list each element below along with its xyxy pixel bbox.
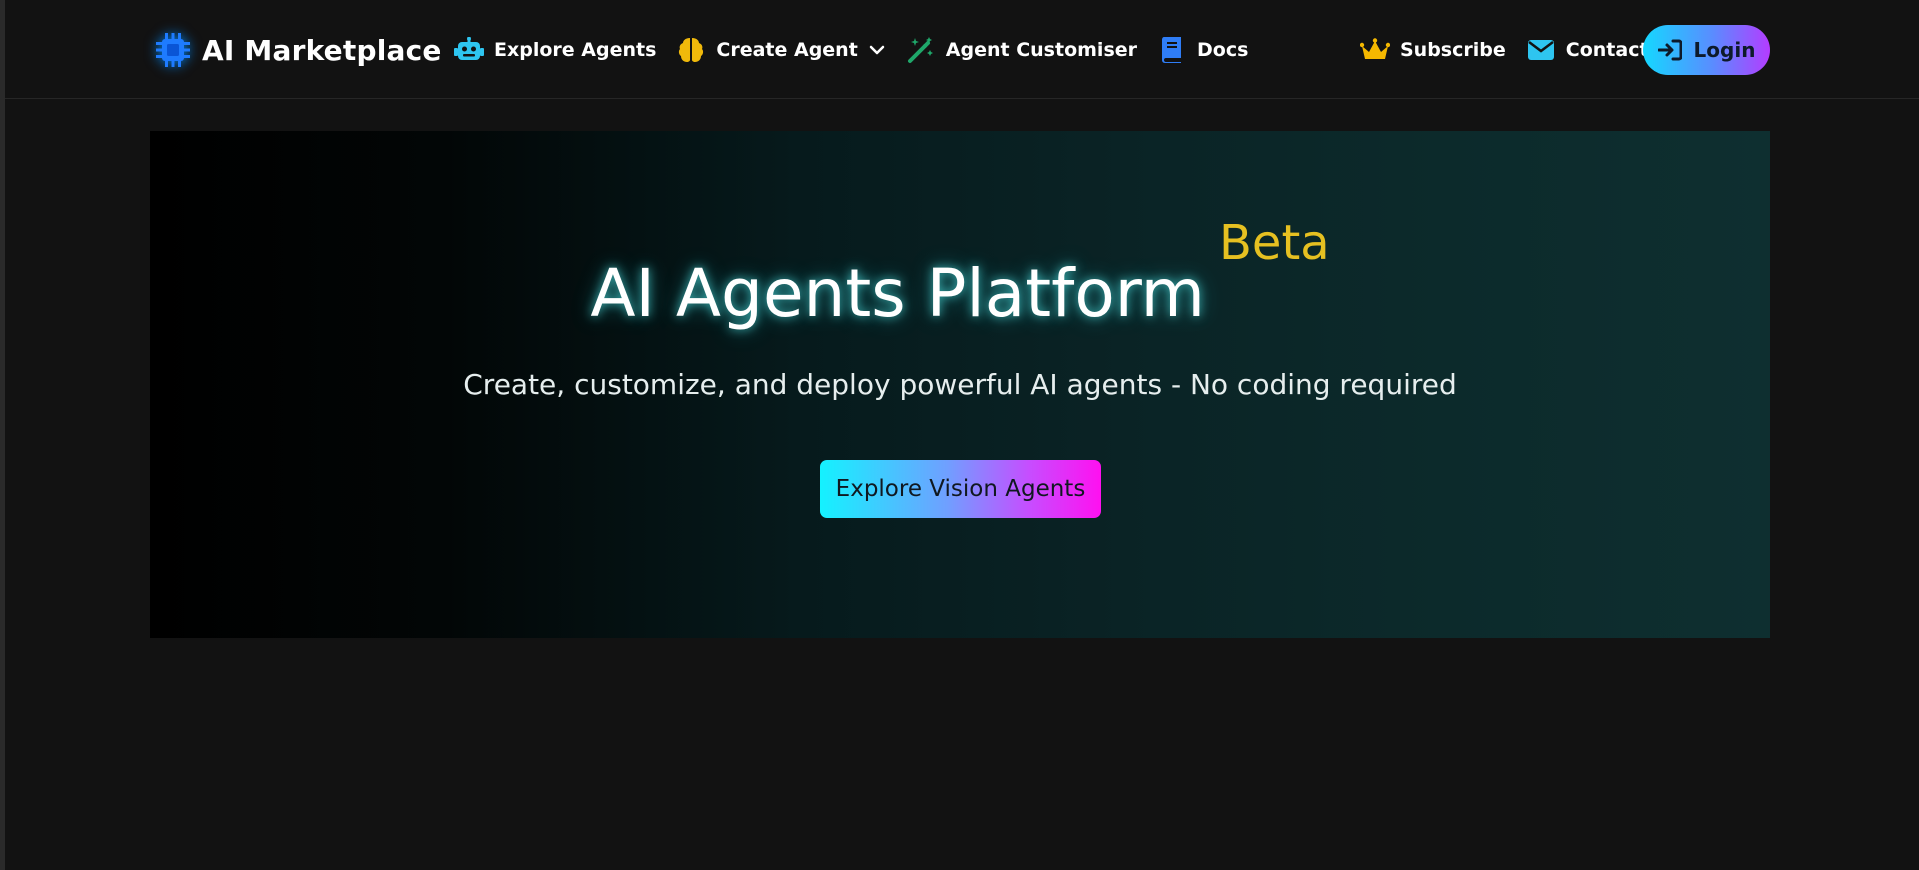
login-button[interactable]: Login xyxy=(1643,25,1770,75)
chip-icon xyxy=(152,28,194,72)
magic-wand-icon xyxy=(906,35,936,65)
nav-explore-agents[interactable]: Explore Agents xyxy=(454,35,656,65)
hero-title-text: AI Agents Platform xyxy=(590,255,1205,332)
window-edge xyxy=(0,0,5,870)
brain-icon xyxy=(676,35,706,65)
hero-subtitle: Create, customize, and deploy powerful A… xyxy=(463,368,1457,401)
brand-link[interactable]: AI Marketplace xyxy=(152,28,442,72)
explore-vision-agents-button[interactable]: Explore Vision Agents xyxy=(820,460,1101,518)
nav-subscribe[interactable]: Subscribe xyxy=(1360,35,1506,65)
nav-explore-agents-label: Explore Agents xyxy=(494,39,657,61)
nav-create-agent-label: Create Agent xyxy=(716,39,858,61)
page: AI Marketplace Explore Agents Create Age… xyxy=(0,0,1919,870)
chevron-down-icon xyxy=(868,41,886,59)
brand-name: AI Marketplace xyxy=(202,33,442,67)
nav-right-links: Subscribe Contact xyxy=(1360,33,1669,67)
login-label: Login xyxy=(1693,38,1756,62)
hero-title: AI Agents PlatformBeta xyxy=(150,215,1770,332)
nav-docs[interactable]: Docs xyxy=(1157,35,1248,65)
robot-icon xyxy=(454,35,484,65)
nav-contact[interactable]: Contact xyxy=(1526,35,1649,65)
envelope-icon xyxy=(1526,35,1556,65)
navbar: AI Marketplace Explore Agents Create Age… xyxy=(5,0,1919,99)
crown-icon xyxy=(1360,35,1390,65)
book-icon xyxy=(1157,35,1187,65)
nav-links: Explore Agents Create Agent Agent Custom… xyxy=(454,33,1268,67)
beta-badge: Beta xyxy=(1218,215,1330,271)
nav-create-agent-dropdown[interactable]: Create Agent xyxy=(676,35,885,65)
nav-contact-label: Contact xyxy=(1565,39,1649,61)
nav-agent-customiser[interactable]: Agent Customiser xyxy=(906,35,1137,65)
nav-docs-label: Docs xyxy=(1197,39,1249,61)
sign-in-icon xyxy=(1657,38,1682,62)
hero-banner: AI Agents PlatformBeta Create, customize… xyxy=(150,131,1770,638)
nav-agent-customiser-label: Agent Customiser xyxy=(945,39,1138,61)
nav-subscribe-label: Subscribe xyxy=(1400,39,1506,61)
